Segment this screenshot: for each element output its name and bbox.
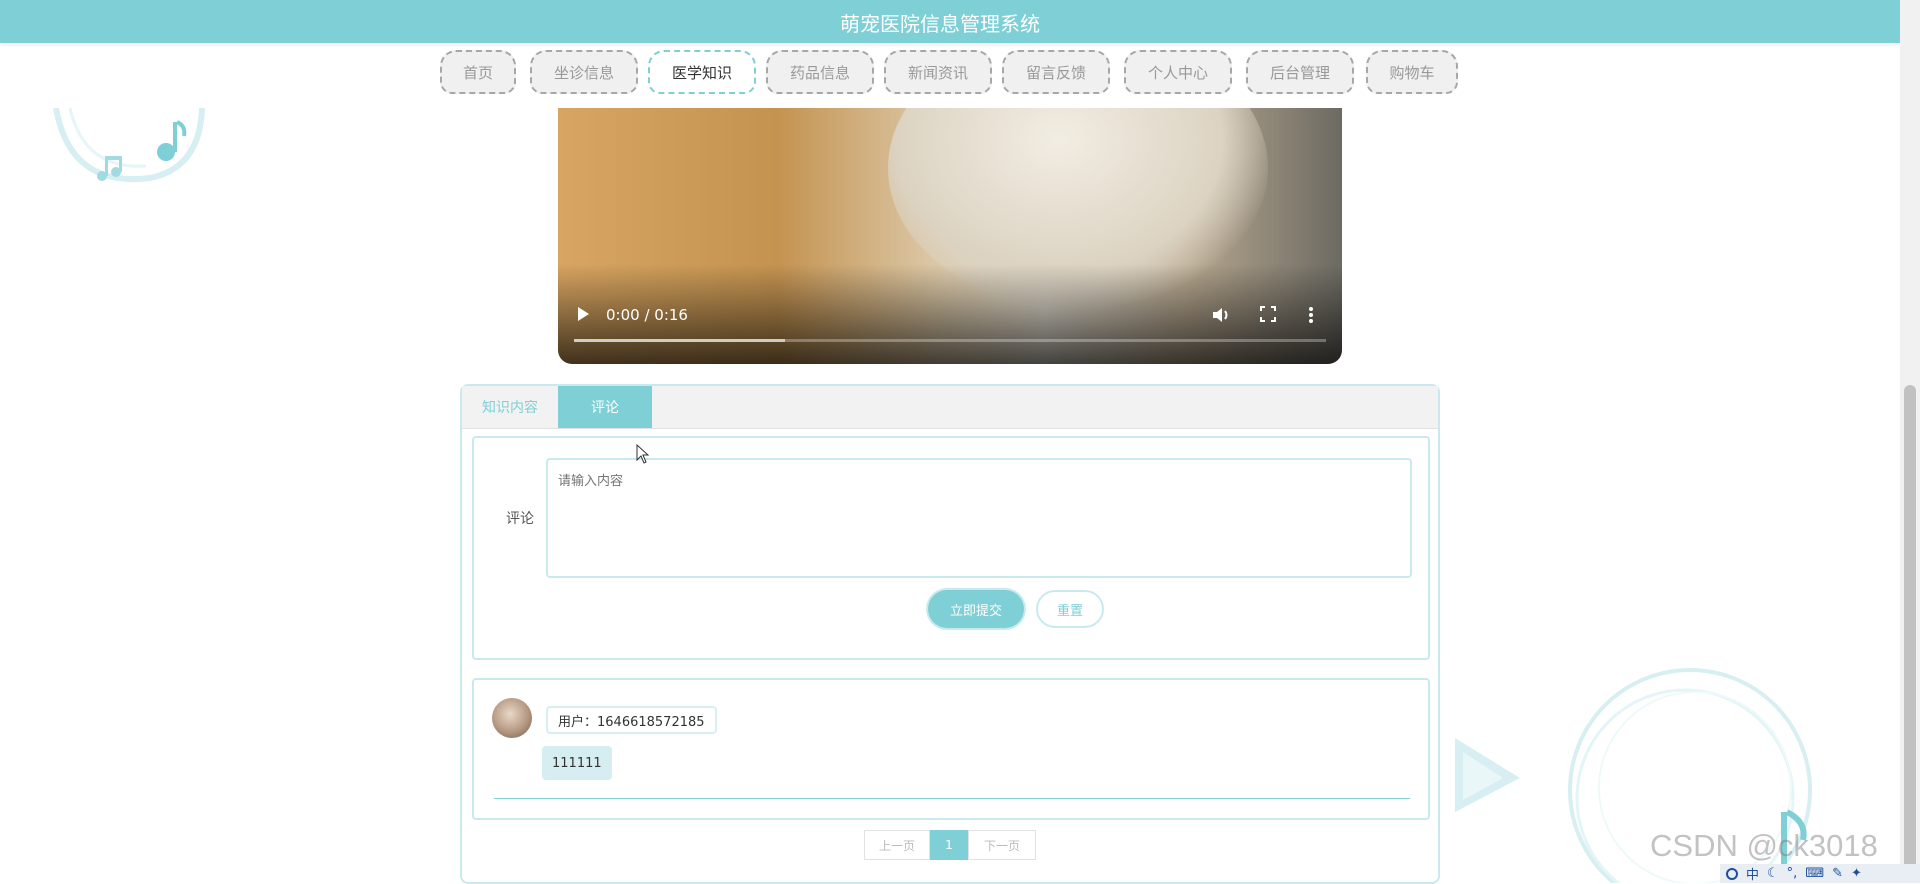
fullscreen-icon[interactable] — [1260, 306, 1276, 322]
punctuation-icon[interactable]: °, — [1787, 866, 1798, 881]
video-time: 0:00 / 0:16 — [606, 306, 688, 324]
comment-divider — [494, 798, 1410, 799]
play-icon[interactable] — [576, 306, 590, 322]
nav-item-admin[interactable]: 后台管理 — [1246, 50, 1354, 94]
nav-item-home[interactable]: 首页 — [440, 50, 516, 94]
scrollbar-thumb[interactable] — [1904, 385, 1916, 883]
comment-user: 用户：1646618572185 — [546, 706, 717, 734]
prev-page-button[interactable]: 上一页 — [864, 830, 930, 860]
ime-language-indicator[interactable]: 中 — [1746, 864, 1759, 883]
comment-content: 111111 — [542, 746, 612, 780]
moon-icon[interactable]: ☾ — [1767, 866, 1779, 881]
tools-icon[interactable]: ✎ — [1832, 866, 1843, 881]
tab-knowledge-content[interactable]: 知识内容 — [462, 386, 558, 428]
page-number[interactable]: 1 — [930, 830, 968, 860]
keyboard-icon[interactable]: ⌨ — [1805, 866, 1824, 881]
pagination: 上一页 1 下一页 — [864, 830, 1036, 860]
volume-icon[interactable] — [1212, 306, 1232, 324]
ime-toolbar: 中 ☾ °, ⌨ ✎ ✦ — [1720, 864, 1920, 883]
watermark: CSDN @ck3018 — [1650, 828, 1878, 863]
nav-item-medicine[interactable]: 药品信息 — [766, 50, 874, 94]
reset-button[interactable]: 重置 — [1036, 590, 1104, 628]
video-player[interactable]: 0:00 / 0:16 — [558, 108, 1342, 364]
nav-item-news[interactable]: 新闻资讯 — [884, 50, 992, 94]
top-bar: 萌宠医院信息管理系统 — [0, 0, 1900, 43]
nav-item-feedback[interactable]: 留言反馈 — [1002, 50, 1110, 94]
ime-logo-icon[interactable] — [1726, 867, 1738, 880]
next-page-button[interactable]: 下一页 — [968, 830, 1036, 860]
page-scrollbar[interactable] — [1900, 0, 1920, 883]
more-icon[interactable] — [1308, 306, 1314, 324]
knowledge-detail-card: 知识内容 评论 评论 立即提交 重置 用户：1646618572185 1111… — [460, 384, 1440, 884]
video-progress-fill — [574, 339, 785, 342]
music-note-decoration — [53, 108, 205, 183]
nav-item-medical-knowledge[interactable]: 医学知识 — [648, 50, 756, 94]
video-progress-bar[interactable] — [574, 339, 1326, 342]
main-nav: 首页 坐诊信息 医学知识 药品信息 新闻资讯 留言反馈 个人中心 后台管理 购物… — [0, 50, 1900, 98]
comment-input[interactable] — [546, 458, 1412, 578]
site-title: 萌宠医院信息管理系统 — [840, 12, 1040, 36]
avatar — [492, 698, 532, 738]
nav-item-consultation[interactable]: 坐诊信息 — [530, 50, 638, 94]
tab-comments[interactable]: 评论 — [558, 386, 652, 428]
comment-list: 用户：1646618572185 111111 — [472, 678, 1430, 820]
nav-item-cart[interactable]: 购物车 — [1366, 50, 1458, 94]
tab-bar: 知识内容 评论 — [462, 386, 1438, 429]
comment-form: 评论 立即提交 重置 — [472, 436, 1430, 660]
submit-button[interactable]: 立即提交 — [928, 590, 1024, 628]
comment-label: 评论 — [506, 511, 534, 527]
wrench-icon[interactable]: ✦ — [1851, 866, 1862, 881]
mouse-cursor-icon — [636, 444, 650, 464]
nav-item-personal-center[interactable]: 个人中心 — [1124, 50, 1232, 94]
